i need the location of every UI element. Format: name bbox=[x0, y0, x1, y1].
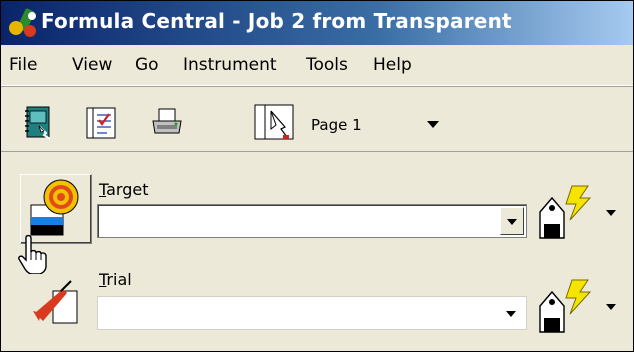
trial-dropdown-arrow[interactable] bbox=[506, 311, 516, 317]
page-dropdown-arrow[interactable] bbox=[427, 121, 439, 128]
title-bar[interactable]: Formula Central - Job 2 from Transparent bbox=[1, 1, 633, 45]
target-combo[interactable] bbox=[97, 204, 527, 238]
trial-label: Trial bbox=[99, 270, 132, 289]
app-window: Formula Central - Job 2 from Transparent… bbox=[0, 0, 634, 352]
menu-go[interactable]: Go bbox=[135, 55, 159, 75]
page-selector-label[interactable]: Page 1 bbox=[311, 116, 362, 134]
toolbar: Page 1 bbox=[1, 86, 633, 153]
menu-help[interactable]: Help bbox=[373, 55, 412, 75]
notebook-icon[interactable] bbox=[21, 105, 57, 141]
trial-combo[interactable] bbox=[97, 296, 527, 330]
target-label: Target bbox=[99, 180, 149, 199]
checklist-icon[interactable] bbox=[83, 105, 119, 141]
target-icon bbox=[30, 179, 79, 236]
menu-bar: File View Go Instrument Tools Help bbox=[1, 45, 633, 86]
window-title: Formula Central - Job 2 from Transparent bbox=[41, 9, 512, 33]
app-icon bbox=[9, 8, 36, 37]
target-dropdown-button[interactable] bbox=[500, 207, 524, 235]
target-instrument-arrow[interactable] bbox=[606, 210, 616, 216]
menu-instrument[interactable]: Instrument bbox=[183, 55, 277, 75]
menu-view[interactable]: View bbox=[72, 55, 112, 75]
hand-cursor-icon bbox=[18, 234, 47, 274]
dart-icon bbox=[33, 280, 78, 324]
printer-icon[interactable] bbox=[149, 105, 185, 141]
menu-file[interactable]: File bbox=[9, 55, 37, 75]
trial-instrument-arrow[interactable] bbox=[606, 304, 616, 310]
menu-tools[interactable]: Tools bbox=[306, 55, 348, 75]
formula-panel: Target Trial bbox=[1, 152, 633, 351]
trial-instrument-icon[interactable] bbox=[534, 276, 594, 336]
target-instrument-icon[interactable] bbox=[534, 182, 594, 242]
